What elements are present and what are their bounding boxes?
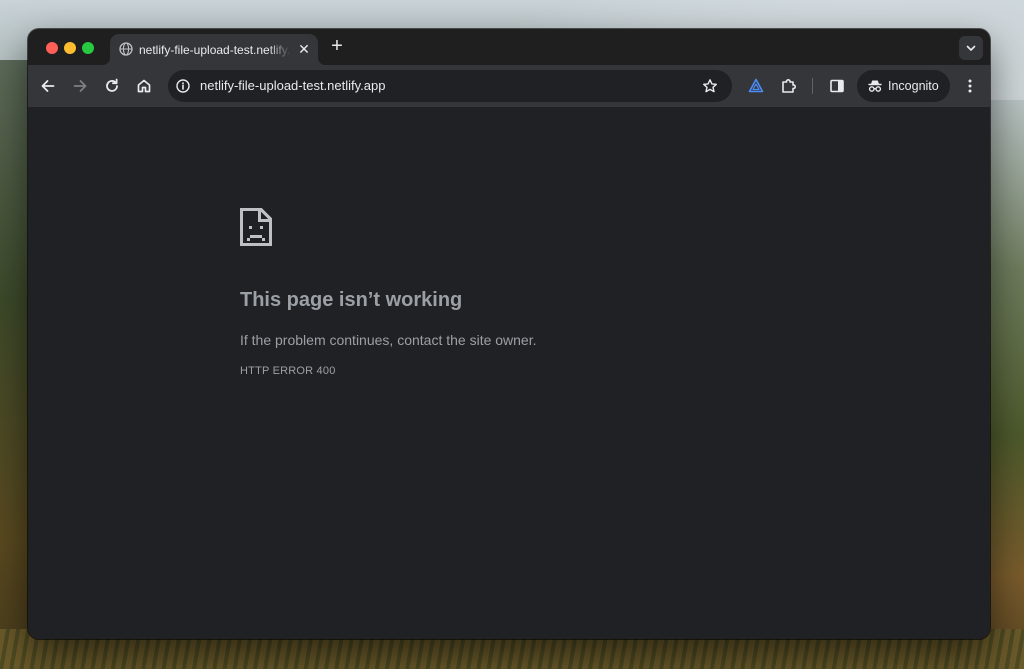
url-text[interactable]: netlify-file-upload-test.netlify.app xyxy=(200,78,385,93)
star-icon xyxy=(703,79,717,93)
address-bar[interactable]: netlify-file-upload-test.netlify.app xyxy=(168,70,732,102)
chevron-down-icon xyxy=(966,45,976,51)
info-icon xyxy=(176,79,190,93)
tab-title: netlify-file-upload-test.netlify.app xyxy=(139,43,291,57)
desktop-wallpaper-right xyxy=(984,100,1024,660)
extensions-menu-button[interactable] xyxy=(779,76,799,96)
window-minimize-button[interactable] xyxy=(64,42,76,54)
home-icon xyxy=(137,79,151,93)
site-info-button[interactable] xyxy=(176,79,190,93)
tab-search-button[interactable] xyxy=(959,36,983,60)
more-vertical-icon xyxy=(968,79,972,93)
error-title: This page isn’t working xyxy=(240,289,463,311)
back-button[interactable] xyxy=(38,76,58,96)
home-button[interactable] xyxy=(134,76,154,96)
arrow-left-icon xyxy=(41,80,55,92)
bookmark-button[interactable] xyxy=(702,78,718,94)
profile-button[interactable]: Incognito xyxy=(857,70,950,102)
reload-icon xyxy=(106,78,118,92)
error-code: HTTP ERROR 400 xyxy=(240,365,336,377)
reload-button[interactable] xyxy=(102,76,122,96)
profile-label: Incognito xyxy=(888,79,939,93)
toolbar-divider xyxy=(812,78,813,94)
tab-close-button[interactable]: ✕ xyxy=(297,42,311,56)
new-tab-button[interactable]: + xyxy=(327,36,347,57)
triangle-extension-icon xyxy=(748,78,764,93)
page-content: This page isn’t working If the problem c… xyxy=(28,107,990,639)
window-close-button[interactable] xyxy=(46,42,58,54)
extension-button[interactable] xyxy=(746,76,766,96)
side-panel-icon xyxy=(830,79,844,93)
tab-active[interactable]: netlify-file-upload-test.netlify.app ✕ xyxy=(102,34,326,65)
incognito-icon xyxy=(868,80,882,92)
side-panel-button[interactable] xyxy=(827,76,847,96)
toolbar: netlify-file-upload-test.netlify.app Inc… xyxy=(28,65,990,107)
arrow-right-icon xyxy=(73,80,87,92)
browser-window: netlify-file-upload-test.netlify.app ✕ + xyxy=(28,29,990,639)
tab-strip: netlify-file-upload-test.netlify.app ✕ + xyxy=(28,29,990,65)
globe-icon xyxy=(119,42,133,56)
window-maximize-button[interactable] xyxy=(82,42,94,54)
error-message: If the problem continues, contact the si… xyxy=(240,332,537,348)
forward-button[interactable] xyxy=(70,76,90,96)
sad-page-icon xyxy=(240,208,272,246)
browser-menu-button[interactable] xyxy=(960,76,980,96)
puzzle-icon xyxy=(782,79,796,93)
